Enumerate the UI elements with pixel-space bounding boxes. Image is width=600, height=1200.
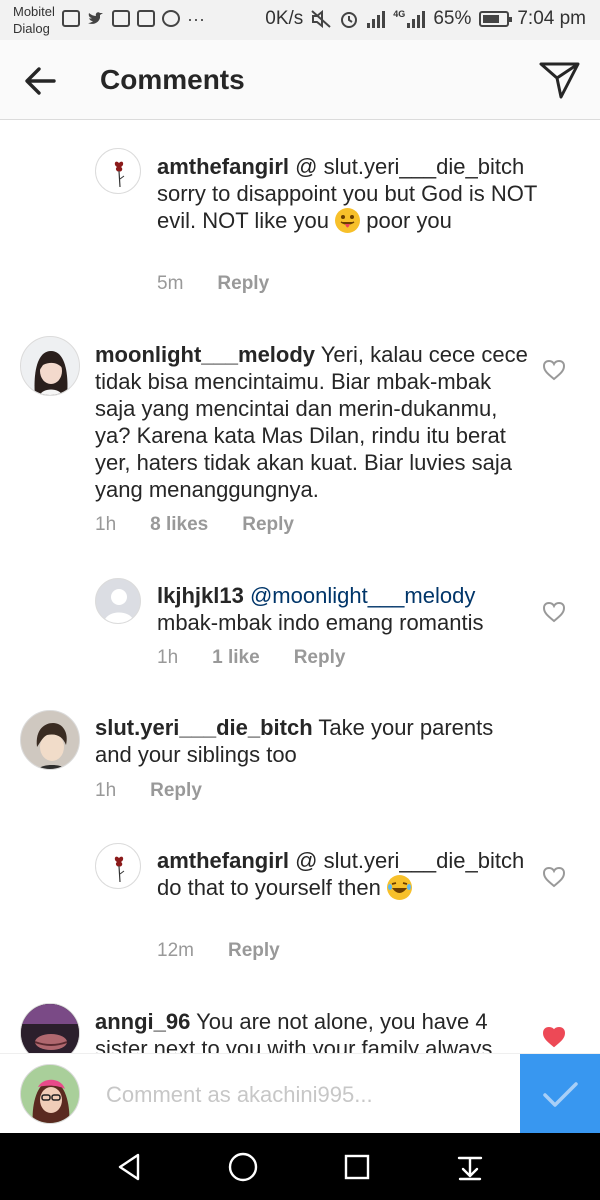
carrier-label: Mobitel Dialog: [13, 3, 55, 37]
comment-time: 5m: [157, 273, 184, 294]
signal-icon: [367, 10, 386, 28]
book-icon: [62, 10, 80, 27]
avatar[interactable]: [20, 1003, 80, 1053]
comment-reply: amthefangirl @ slut.yeri___die_bitch do …: [0, 830, 600, 980]
reply-button[interactable]: Reply: [217, 272, 269, 296]
reply-button[interactable]: Reply: [228, 939, 280, 963]
heart-outline-icon[interactable]: [542, 866, 566, 888]
comment-reply: amthefangirl @ slut.yeri___die_bitch sor…: [0, 120, 600, 310]
likes-count[interactable]: 8 likes: [150, 513, 208, 537]
nav-home-icon[interactable]: [225, 1149, 261, 1185]
mute-icon: [311, 9, 331, 29]
current-user-avatar: [20, 1064, 80, 1124]
clock: 7:04 pm: [517, 8, 586, 29]
comment-username[interactable]: lkjhjkl13: [157, 583, 244, 608]
status-right: 0K/s 4G 65% 7:04 pm: [265, 8, 586, 30]
comment-username[interactable]: slut.yeri___die_bitch: [95, 715, 313, 740]
whatsapp-icon: [162, 10, 180, 27]
laughing-tears-emoji: [386, 875, 412, 900]
comment-text: amthefangirl @ slut.yeri___die_bitch do …: [157, 847, 537, 901]
likes-count[interactable]: 1 like: [212, 646, 260, 670]
heart-filled-icon[interactable]: [542, 1026, 566, 1048]
comment-text: moonlight___melody Yeri, kalau cece cece…: [95, 341, 535, 503]
comment: slut.yeri___die_bitch Take your parents …: [0, 700, 600, 825]
page-title: Comments: [100, 64, 245, 95]
alarm-icon: [339, 9, 359, 29]
comment: anngi_96 You are not alone, you have 4 s…: [0, 990, 600, 1053]
comment-username[interactable]: moonlight___melody: [95, 342, 315, 367]
comment-input[interactable]: [106, 1078, 506, 1112]
direct-share-icon[interactable]: [538, 60, 582, 100]
post-comment-button[interactable]: [520, 1054, 600, 1134]
comment-time: 1h: [95, 780, 117, 801]
more-notifications-icon: ···: [187, 8, 205, 29]
comment-username[interactable]: anngi_96: [95, 1009, 190, 1034]
heart-outline-icon[interactable]: [542, 359, 566, 381]
app-icon: [137, 10, 155, 27]
comment-meta: 1h 8 likes Reply: [95, 513, 328, 537]
comment-text-main: mbak-mbak indo emang romantis: [157, 610, 484, 635]
nav-back-icon[interactable]: [112, 1149, 148, 1185]
comment-text-prefix: @: [295, 848, 318, 873]
comment: moonlight___melody Yeri, kalau cece cece…: [0, 320, 600, 560]
comment-time: 1h: [95, 514, 117, 535]
reply-button[interactable]: Reply: [294, 646, 346, 670]
heart-outline-icon[interactable]: [542, 601, 566, 623]
comment-text: anngi_96 You are not alone, you have 4 s…: [95, 1008, 535, 1053]
avatar[interactable]: [20, 710, 80, 770]
nav-recents-icon[interactable]: [339, 1149, 375, 1185]
comment-input-bar: [0, 1053, 600, 1134]
battery-icon: [479, 11, 513, 27]
carrier-line-2: Dialog: [13, 21, 50, 36]
comment-time: 1h: [157, 647, 179, 668]
mail-icon: [112, 10, 130, 27]
status-bar: Mobitel Dialog ··· 0K/s 4G 65% 7:04 pm: [0, 0, 600, 40]
back-arrow-icon[interactable]: [22, 62, 62, 100]
reply-button[interactable]: Reply: [242, 513, 294, 537]
twitter-icon: [87, 11, 105, 27]
net-speed: 0K/s: [265, 8, 304, 29]
avatar[interactable]: [95, 578, 141, 624]
checkmark-icon: [543, 1082, 578, 1107]
comment-reply: lkjhjkl13 @moonlight___melody mbak-mbak …: [0, 565, 600, 690]
avatar[interactable]: [95, 843, 141, 889]
comment-meta: 1h 1 like Reply: [157, 646, 379, 670]
system-nav-bar: [0, 1133, 600, 1200]
battery-percent: 65%: [433, 8, 472, 29]
comment-meta: 1h Reply: [95, 779, 236, 803]
notification-icons: ···: [62, 8, 205, 29]
signal-4g-icon: 4G: [393, 9, 426, 28]
avatar[interactable]: [95, 148, 141, 194]
comment-username[interactable]: amthefangirl: [157, 848, 289, 873]
comment-username[interactable]: amthefangirl: [157, 154, 289, 179]
header: Comments: [0, 40, 600, 120]
comment-text: amthefangirl @ slut.yeri___die_bitch sor…: [157, 153, 537, 234]
comment-text: lkjhjkl13 @moonlight___melody mbak-mbak …: [157, 582, 537, 636]
comment-meta: 5m Reply: [157, 272, 303, 296]
comment-text: slut.yeri___die_bitch Take your parents …: [95, 714, 535, 768]
comment-time: 12m: [157, 940, 194, 961]
comment-text-prefix: @: [295, 154, 318, 179]
comment-text-suffix: poor you: [366, 208, 452, 233]
carrier-line-1: Mobitel: [13, 4, 55, 19]
comment-meta: 12m Reply: [157, 939, 314, 963]
tongue-out-emoji: [335, 208, 361, 233]
network-type: 4G: [393, 9, 406, 19]
comment-mention[interactable]: @moonlight___melody: [250, 583, 475, 608]
reply-button[interactable]: Reply: [150, 779, 202, 803]
avatar[interactable]: [20, 336, 80, 396]
nav-notifications-icon[interactable]: [452, 1149, 488, 1185]
